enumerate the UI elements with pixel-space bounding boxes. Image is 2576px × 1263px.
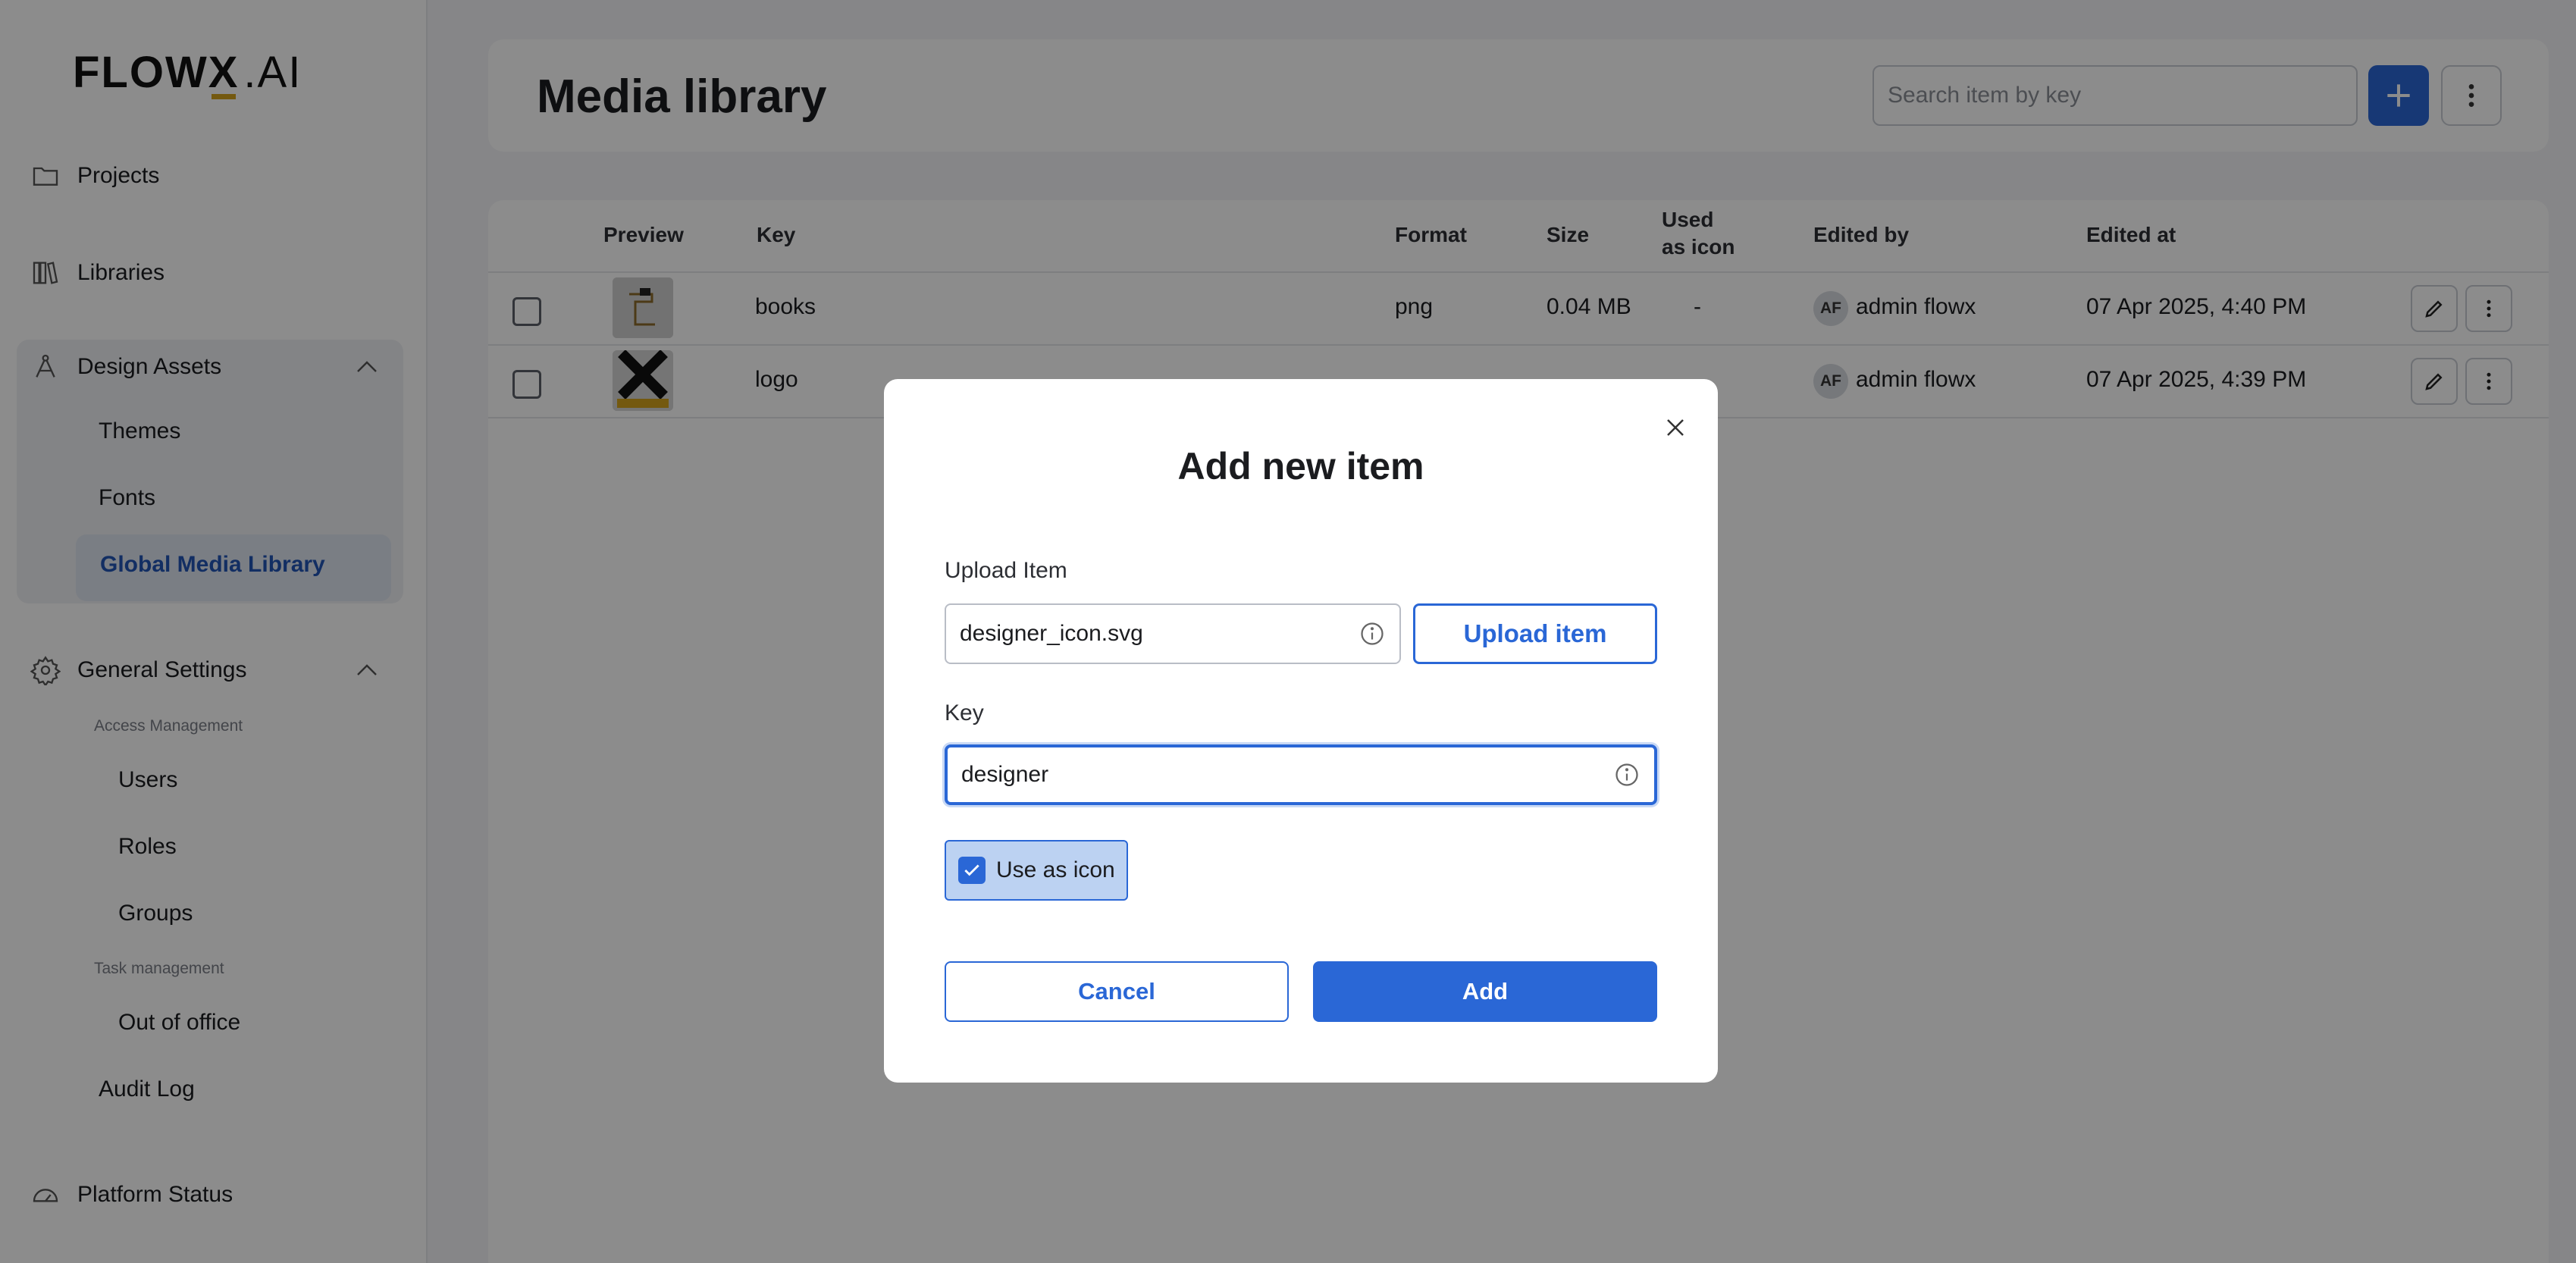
info-icon[interactable] [1613, 761, 1641, 788]
upload-field[interactable] [945, 603, 1401, 664]
info-icon[interactable] [1359, 620, 1386, 647]
upload-label: Upload Item [945, 558, 1067, 583]
close-icon [1667, 419, 1684, 436]
use-as-icon-checkbox[interactable]: Use as icon [945, 840, 1128, 901]
dialog-title: Add new item [1177, 445, 1424, 487]
checkmark-icon [958, 857, 986, 884]
add-button[interactable]: Add [1313, 961, 1657, 1022]
upload-filename-input[interactable] [960, 605, 1339, 663]
add-item-dialog: Add new item Upload Item Upload item Key… [884, 379, 1718, 1083]
close-button[interactable] [1660, 412, 1691, 443]
key-input[interactable] [961, 747, 1598, 802]
checkbox-label: Use as icon [996, 857, 1115, 882]
cancel-button[interactable]: Cancel [945, 961, 1289, 1022]
key-label: Key [945, 700, 984, 726]
key-field[interactable] [945, 744, 1657, 805]
upload-item-button[interactable]: Upload item [1413, 603, 1657, 664]
